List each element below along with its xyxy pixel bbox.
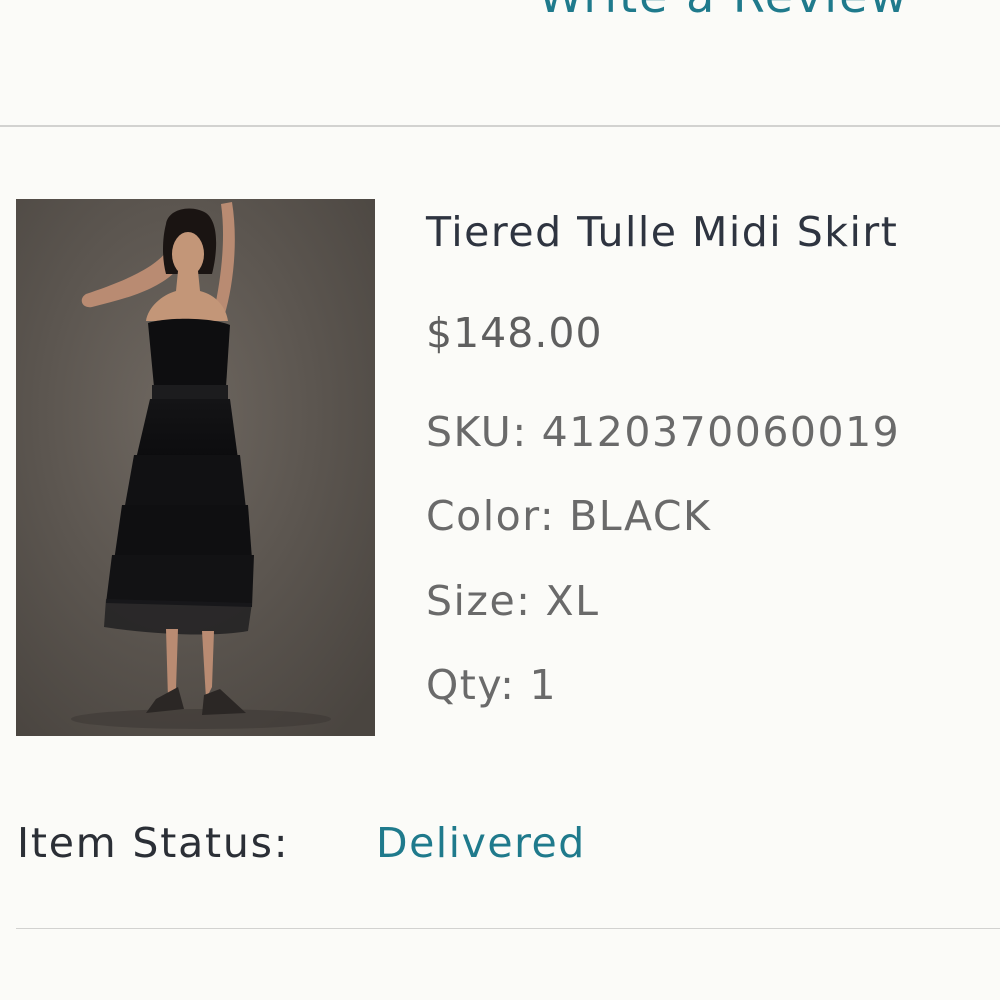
size-label: Size: [426, 577, 532, 625]
sku-value: 4120370060019 [541, 408, 901, 456]
section-divider [0, 125, 1000, 127]
product-image[interactable] [16, 199, 375, 736]
write-review-link[interactable]: Write a Review [538, 0, 909, 26]
item-status-value[interactable]: Delivered [376, 815, 586, 871]
qty-label: Qty: [426, 661, 516, 709]
sku-row: SKU: 4120370060019 [426, 404, 900, 460]
color-label: Color: [426, 492, 556, 540]
product-price: $148.00 [426, 309, 603, 357]
color-row: Color: BLACK [426, 488, 711, 544]
size-value: XL [545, 577, 600, 625]
section-divider-bottom [16, 928, 1000, 929]
order-item-page: Write a Review [0, 0, 1000, 1000]
qty-row: Qty: 1 [426, 657, 557, 713]
color-value: BLACK [569, 492, 712, 540]
product-name[interactable]: Tiered Tulle Midi Skirt [426, 204, 898, 260]
size-row: Size: XL [426, 573, 599, 629]
qty-value: 1 [529, 661, 558, 709]
item-status-label: Item Status: [17, 819, 290, 867]
sku-label: SKU: [426, 408, 528, 456]
